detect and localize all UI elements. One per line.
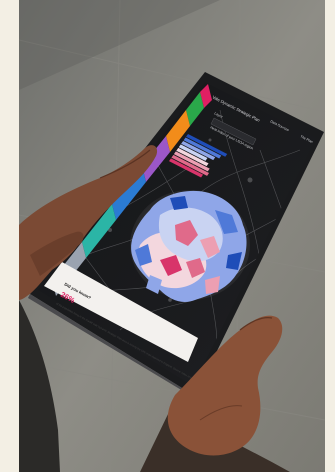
tablet-photo: Vale Dynamic Strategic Plan Layer Heat i… (0, 0, 335, 472)
